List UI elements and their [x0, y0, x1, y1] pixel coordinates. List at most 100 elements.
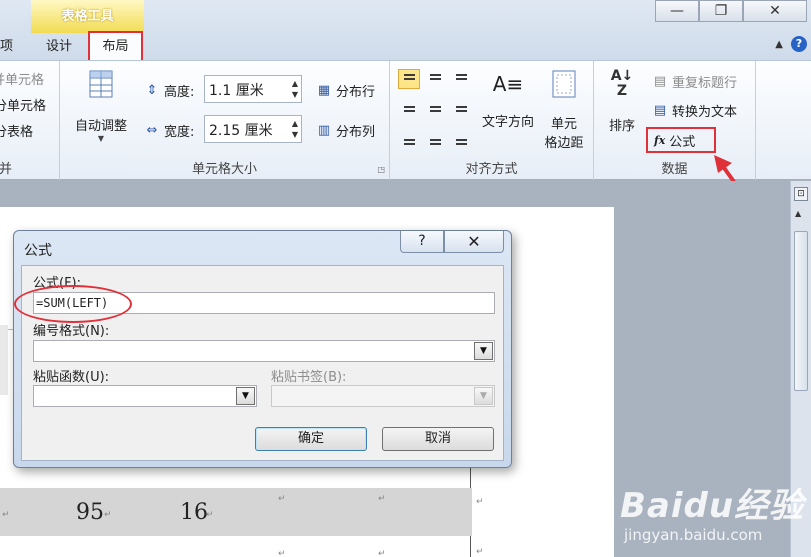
ruler-toggle-icon[interactable]: ⊡	[794, 187, 808, 201]
split-cells-label: 分单元格	[0, 99, 47, 114]
formula-dialog: 公式 ? ✕ 公式(F): =SUM(LEFT) 编号格式(N): ▼ 粘贴函数…	[13, 230, 512, 468]
chevron-down-icon[interactable]: ▼	[236, 387, 255, 405]
distribute-rows-icon: ▦	[317, 82, 331, 98]
stepper-arrows-icon[interactable]: ▲ ▼	[292, 78, 298, 100]
split-cells-button[interactable]: 分单元格	[0, 95, 46, 114]
restore-button[interactable]: ❐	[699, 0, 743, 22]
cell-end-mark: ↵	[278, 494, 286, 504]
align-bottom-left-button[interactable]	[398, 129, 420, 149]
height-value: 1.1 厘米	[209, 83, 264, 99]
cell-margins-label-2: 格边距	[544, 136, 584, 151]
tab-design[interactable]: 设计	[36, 33, 82, 60]
cell-end-mark: ↵	[206, 510, 214, 520]
align-bottom-center-button[interactable]	[424, 129, 446, 149]
merge-cells-label: 并单元格	[0, 73, 45, 88]
stepper-arrows-icon[interactable]: ▲ ▼	[292, 118, 298, 140]
split-table-button[interactable]: 分表格	[0, 121, 33, 140]
dialog-close-button[interactable]: ✕	[444, 231, 504, 253]
minimize-button[interactable]: —	[655, 0, 699, 22]
table-shaded-cell	[0, 325, 8, 395]
distribute-rows-label: 分布行	[336, 85, 376, 100]
align-bottom-right-button[interactable]	[450, 129, 472, 149]
distribute-cols-button[interactable]: ▥ 分布列	[316, 121, 376, 141]
distribute-cols-label: 分布列	[336, 125, 376, 140]
group-alignment: A≡ 文字方向 单元 格边距 对齐方式	[390, 61, 594, 180]
height-label: 高度:	[164, 85, 195, 100]
watermark-url: jingyan.baidu.com	[624, 526, 763, 544]
width-label: 宽度:	[164, 125, 195, 140]
row-height-icon: ⇕	[146, 82, 158, 98]
merge-cells-button[interactable]: 并单元格	[0, 69, 44, 88]
sort-icon: A↓ Z	[610, 68, 634, 99]
cell-margins-label-1: 单元	[550, 117, 577, 132]
group-label-alignment: 对齐方式	[465, 162, 518, 177]
width-label-wrap: ⇔ 宽度:	[144, 121, 195, 141]
ok-button[interactable]: 确定	[255, 427, 367, 451]
paste-function-select[interactable]: ▼	[33, 385, 257, 407]
convert-to-text-button[interactable]: ▤ 转换为文本	[652, 101, 737, 121]
scroll-up-icon[interactable]: ▲	[795, 209, 801, 218]
align-middle-center-button[interactable]	[424, 99, 446, 119]
autofit-label: 自动调整	[74, 119, 127, 134]
row-end-mark: ↵	[476, 547, 484, 557]
align-middle-left-button[interactable]	[398, 99, 420, 119]
cell-end-mark: ↵	[378, 494, 386, 504]
chevron-down-icon: ▼	[474, 387, 493, 405]
group-label-cell-size: 单元格大小	[191, 162, 257, 177]
formula-highlight-box	[646, 127, 716, 153]
autofit-button[interactable]: 自动调整 ▼	[66, 69, 136, 143]
width-value: 2.15 厘米	[209, 123, 273, 139]
paste-function-label: 粘贴函数(U):	[33, 370, 110, 385]
table-row: 95 ↵ 16 ↵ ↵ ↵ ↵	[0, 488, 472, 536]
close-icon: ✕	[467, 232, 481, 251]
cell-margins-button[interactable]: 单元 格边距	[538, 69, 590, 151]
autofit-dropdown-icon: ▼	[97, 134, 105, 143]
table-tools-context-label: 表格工具	[31, 0, 144, 33]
dialog-help-button[interactable]: ?	[400, 231, 444, 253]
autofit-icon	[89, 70, 113, 98]
help-area: ▲ ?	[775, 36, 807, 52]
repeat-header-icon: ▤	[653, 73, 667, 89]
align-top-right-button[interactable]	[450, 69, 472, 89]
cell-value-b: 16	[180, 500, 208, 525]
distribute-rows-button[interactable]: ▦ 分布行	[316, 81, 376, 101]
group-merge: 并单元格 分单元格 分表格 合并	[0, 61, 60, 180]
close-button[interactable]: ✕	[743, 0, 807, 22]
text-direction-label: 文字方向	[481, 115, 534, 130]
sort-label: 排序	[608, 119, 635, 134]
baidu-watermark: Baidu经验 jingyan.baidu.com	[620, 478, 805, 556]
tab-partial[interactable]: 项	[0, 33, 15, 60]
dialog-launcher-icon[interactable]: ◳	[377, 165, 385, 174]
group-label-merge: 合并	[0, 162, 13, 177]
paste-bookmark-label: 粘贴书签(B):	[271, 370, 347, 385]
ribbon-tab-bar: 表格工具 项 设计 布局 — ❐ ✕ ▲ ?	[0, 0, 811, 60]
align-middle-right-button[interactable]	[450, 99, 472, 119]
chevron-up-icon[interactable]: ▲	[775, 39, 783, 50]
height-stepper[interactable]: 1.1 厘米 ▲ ▼	[204, 75, 302, 103]
tab-layout[interactable]: 布局	[88, 31, 143, 60]
cell-end-mark: ↵	[278, 549, 286, 557]
chevron-down-icon[interactable]: ▼	[474, 342, 493, 360]
cancel-button[interactable]: 取消	[382, 427, 494, 451]
align-top-left-button[interactable]	[398, 69, 420, 89]
dialog-title: 公式	[24, 243, 52, 259]
ribbon: 并单元格 分单元格 分表格 合并 自动调整 ▼ ⇕ 高度: 1.1 厘米 ▲	[0, 60, 811, 180]
cell-end-mark: ↵	[2, 510, 10, 520]
align-top-center-button[interactable]	[424, 69, 446, 89]
help-icon[interactable]: ?	[791, 36, 807, 52]
number-format-select[interactable]: ▼	[33, 340, 495, 362]
text-direction-button[interactable]: A≡ 文字方向	[476, 69, 540, 130]
split-table-label: 分表格	[0, 125, 34, 140]
height-label-wrap: ⇕ 高度:	[144, 81, 195, 101]
row-end-mark: ↵	[476, 497, 484, 507]
sort-button[interactable]: A↓ Z 排序	[600, 68, 644, 135]
scrollbar-thumb[interactable]	[794, 231, 808, 391]
repeat-header-label: 重复标题行	[672, 76, 738, 91]
repeat-header-button[interactable]: ▤ 重复标题行	[652, 72, 738, 92]
cell-margins-icon	[552, 70, 576, 98]
cell-end-mark: ↵	[104, 510, 112, 520]
convert-to-text-icon: ▤	[653, 102, 667, 118]
group-cell-size: 自动调整 ▼ ⇕ 高度: 1.1 厘米 ▲ ▼ ⇔ 宽度: 2.15 厘米 ▲ ▼ …	[60, 61, 390, 180]
cell-end-mark: ↵	[378, 549, 386, 557]
width-stepper[interactable]: 2.15 厘米 ▲ ▼	[204, 115, 302, 143]
